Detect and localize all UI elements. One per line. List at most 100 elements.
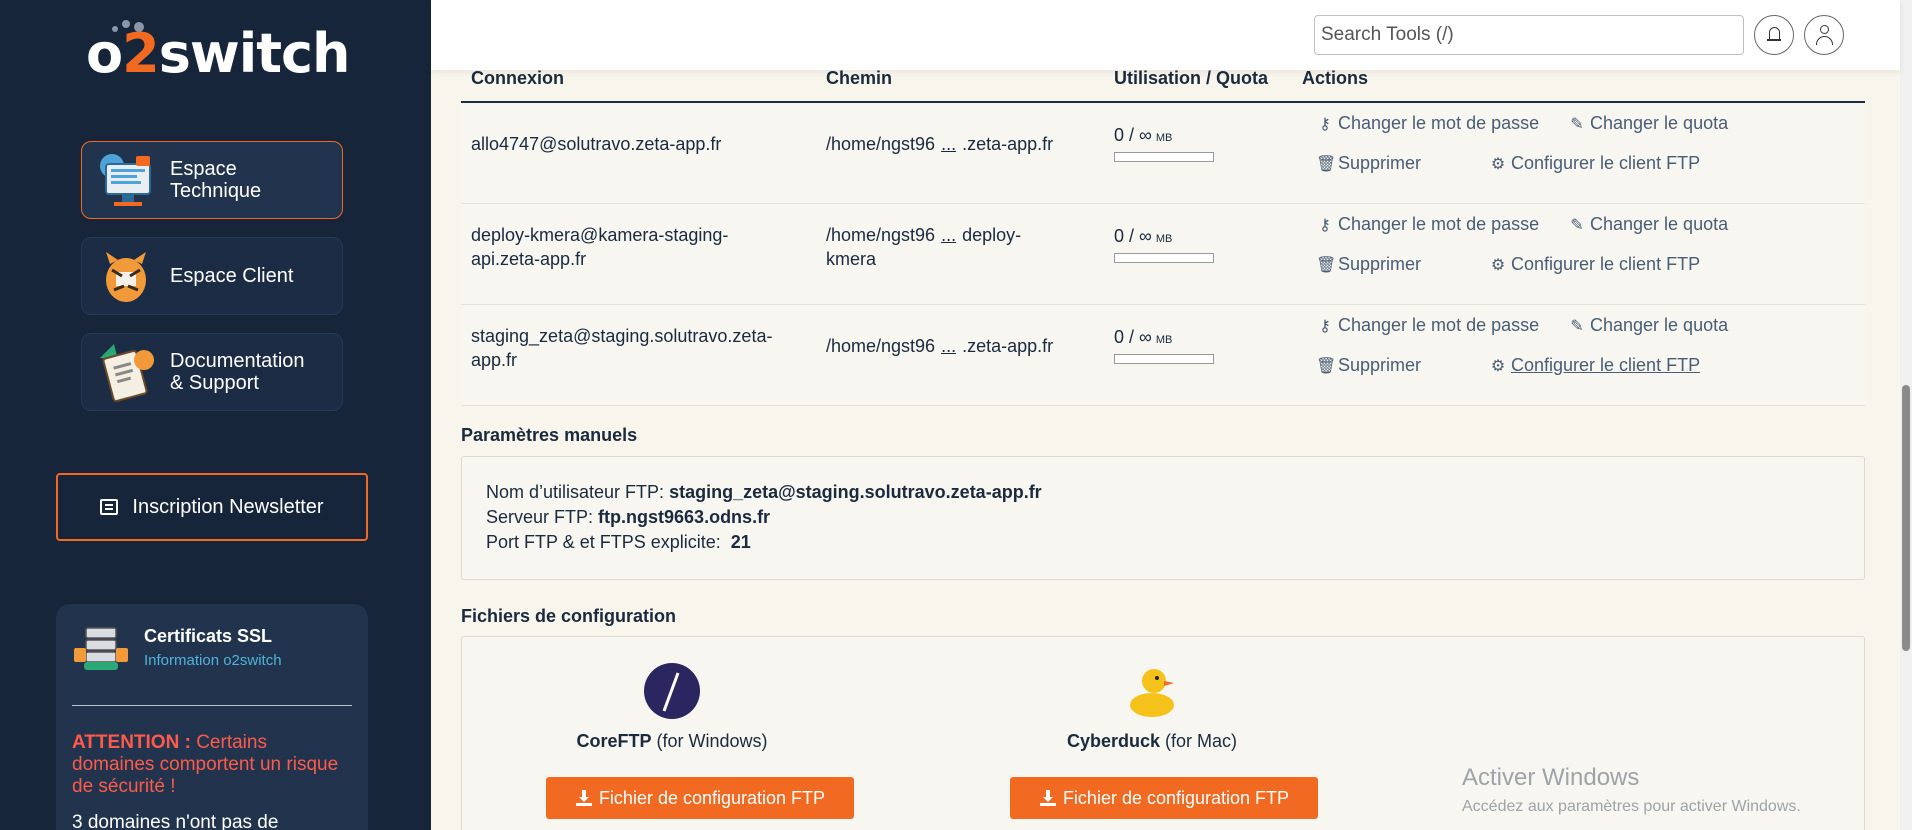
sidebar-item-espace-client[interactable]: Espace Client [81,237,343,315]
sidebar-item-label: Espace [170,158,237,180]
path-start: /home/ngst96 [826,134,936,154]
pencil-icon: ✎ [1570,317,1584,335]
ssl-warning: ATTENTION : Certains domaines comportent… [72,732,352,798]
path-expand-link[interactable]: ... [941,336,956,356]
download-icon [575,789,593,807]
ftp-server-label: Serveur FTP: [486,507,594,527]
path-start: /home/ngst96 [826,336,936,356]
quota-text: 0 / ∞ MB [1114,226,1172,247]
path-cell: /home/ngst96... .zeta-app.fr [826,334,1106,358]
ssl-subtitle: Information o2switch [144,652,282,669]
connexion-cell: deploy-kmera@kamera-staging-api.zeta-app… [471,225,729,269]
quota-unit: MB [1155,334,1173,346]
pencil-icon: ✎ [1570,216,1584,234]
quota-unit: MB [1155,233,1173,245]
trash-icon: 🗑 [1316,256,1337,274]
coreftp-name: CoreFTP [576,731,652,751]
top-bar [431,0,1900,70]
delete-link[interactable]: 🗑 Supprimer [1316,153,1421,174]
cyberduck-download-button[interactable]: Fichier de configuration FTP [1010,777,1318,819]
quota-unit: MB [1155,132,1173,144]
action-label: Changer le mot de passe [1338,214,1540,234]
change-password-link[interactable]: ⚷ Changer le mot de passe [1316,315,1539,336]
column-header-chemin: Chemin [826,68,893,88]
path-cell: /home/ngst96... deploy-kmera [826,223,1066,271]
column-header-connexion: Connexion [471,68,564,88]
column-header-actions: Actions [1302,68,1369,88]
change-quota-link[interactable]: ✎ Changer le quota [1568,315,1728,336]
newsletter-label: Inscription Newsletter [132,495,324,518]
download-button-label: Fichier de configuration FTP [1062,787,1290,808]
newsletter-button[interactable]: Inscription Newsletter [56,473,368,541]
configure-ftp-client-link[interactable]: ⚙ Configurer le client FTP [1489,153,1700,174]
gear-icon: ⚙ [1490,357,1506,375]
o2switch-logo[interactable]: o2switch [86,22,350,85]
action-label: Supprimer [1338,355,1422,375]
trash-icon: 🗑 [1316,155,1337,173]
quota-used: 0 / [1114,125,1135,145]
quota-max: ∞ [1139,226,1152,246]
config-files-title: Fichiers de configuration [461,606,677,626]
watermark-title: Activer Windows [1462,764,1640,791]
gear-icon: ⚙ [1490,155,1506,173]
page-scrollbar[interactable] [1900,0,1912,830]
manual-settings-box: Nom d’utilisateur FTP: staging_zeta@stag… [461,456,1865,580]
clipboard-support-icon [92,338,160,406]
action-label: Supprimer [1338,153,1422,173]
ftp-username-line: Nom d’utilisateur FTP: staging_zeta@stag… [486,482,1042,503]
user-account-button[interactable] [1804,15,1844,55]
user-body-icon [1816,36,1833,45]
coreftp-platform: (for Windows) [651,731,768,751]
watermark-subtitle: Accédez aux paramètres pour activer Wind… [1462,798,1801,815]
quota-used: 0 / [1114,226,1135,246]
search-tools-input[interactable] [1314,15,1744,55]
action-label: Changer le quota [1590,113,1729,133]
ftp-username-value: staging_zeta@staging.solutravo.zeta-app.… [669,482,1042,502]
delete-link[interactable]: 🗑 Supprimer [1316,355,1421,376]
quota-max: ∞ [1139,327,1152,347]
windows-activation-watermark: Activer Windows Accédez aux paramètres p… [1462,764,1801,816]
path-end: .zeta-app.fr [962,134,1054,154]
connexion-cell: allo4747@solutravo.zeta-app.fr [471,134,722,154]
change-password-link[interactable]: ⚷ Changer le mot de passe [1316,113,1539,134]
cyberduck-name: Cyberduck [1066,731,1161,751]
key-icon: ⚷ [1319,317,1331,335]
delete-link[interactable]: 🗑 Supprimer [1316,254,1421,275]
sidebar-item-label: Documentation [170,350,305,372]
path-expand-link[interactable]: ... [941,134,956,154]
ftp-port-line: Port FTP & et FTPS explicite: 21 [486,532,751,553]
quota-used: 0 / [1114,327,1135,347]
coreftp-download-button[interactable]: Fichier de configuration FTP [546,777,854,819]
sidebar-item-documentation-support[interactable]: Documentation & Support [81,333,343,411]
computer-gear-icon [92,146,160,214]
cyberduck-logo-icon [1124,663,1180,719]
table-row: allo4747@solutravo.zeta-app.fr /home/ngs… [461,103,1865,204]
configure-ftp-client-link[interactable]: ⚙ Configurer le client FTP [1489,355,1700,376]
sidebar-item-label-2: Technique [170,180,262,202]
change-quota-link[interactable]: ✎ Changer le quota [1568,214,1728,235]
tiger-mascot-icon [92,242,160,310]
ssl-title: Certificats SSL [144,626,273,646]
ftp-server-value: ftp.ngst9663.odns.fr [598,507,771,527]
notifications-button[interactable] [1754,15,1794,55]
path-expand-link[interactable]: ... [941,225,956,245]
column-header-quota: Utilisation / Quota [1114,68,1269,88]
action-label: Changer le quota [1590,214,1729,234]
configure-ftp-client-link[interactable]: ⚙ Configurer le client FTP [1489,254,1700,275]
sidebar-item-label: Espace Client [170,265,294,287]
key-icon: ⚷ [1319,115,1331,133]
change-quota-link[interactable]: ✎ Changer le quota [1568,113,1728,134]
change-password-link[interactable]: ⚷ Changer le mot de passe [1316,214,1539,235]
logo-suffix: switch [158,22,351,85]
scrollbar-thumb[interactable] [1902,385,1910,651]
ftp-port-value: 21 [730,532,751,552]
key-icon: ⚷ [1319,216,1331,234]
bell-icon [1767,27,1781,41]
sidebar-item-espace-technique[interactable]: Espace Technique [81,141,343,219]
sidebar: o2switch Espace Technique Espace Client … [0,0,431,830]
sidebar-item-label-2: & Support [170,372,259,394]
ssl-warning-bold: ATTENTION : [72,732,191,753]
action-label: Changer le quota [1590,315,1729,335]
path-end: .zeta-app.fr [962,336,1054,356]
cyberduck-client: Cyberduck (for Mac) [1052,663,1252,752]
